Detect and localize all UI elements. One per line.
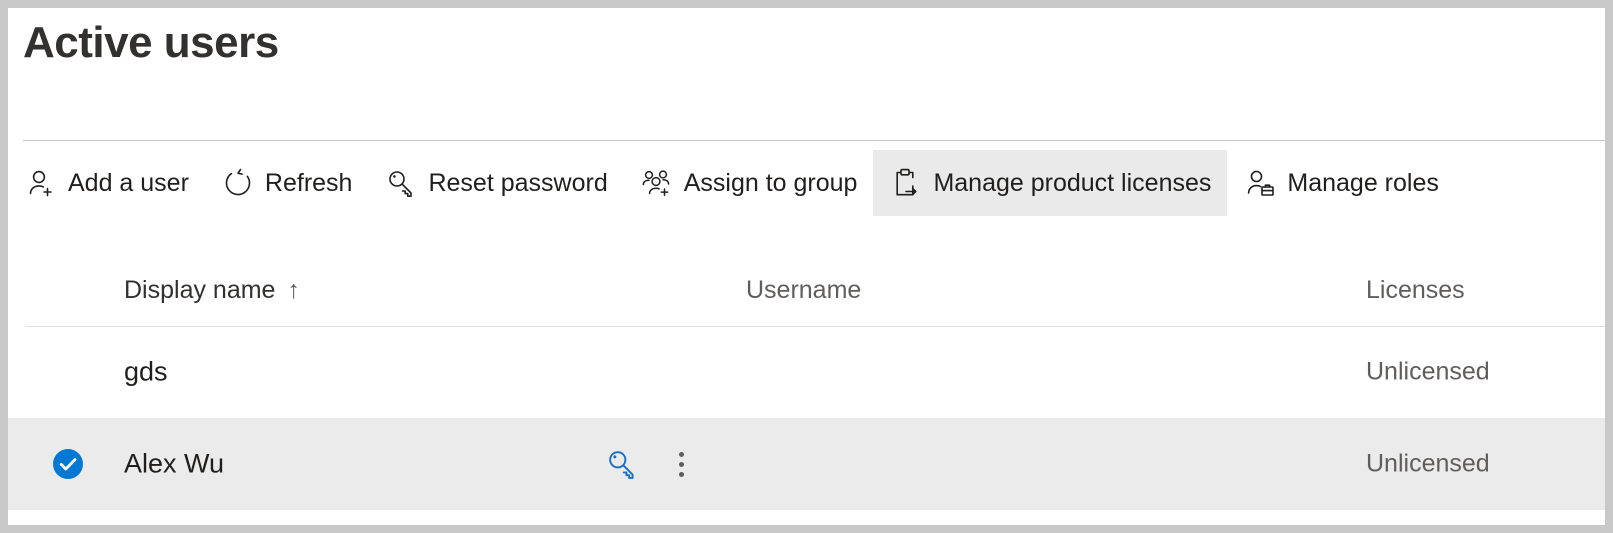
- manage-product-licenses-button[interactable]: Manage product licenses: [873, 150, 1228, 216]
- manage-roles-label: Manage roles: [1287, 168, 1439, 197]
- command-bar: Add a user Refresh Reset password Assign…: [8, 150, 1455, 216]
- table-header-row: Display name ↑ Username Licenses: [8, 256, 1605, 327]
- more-options-icon[interactable]: [668, 446, 694, 482]
- row-licenses: Unlicensed: [1366, 357, 1490, 386]
- row-display-name: Alex Wu: [124, 448, 225, 479]
- assign-to-group-label: Assign to group: [683, 168, 858, 197]
- add-people-icon: [640, 166, 674, 200]
- add-user-icon: [24, 166, 58, 200]
- row-display-name: gds: [124, 356, 168, 387]
- key-icon: [384, 166, 418, 200]
- assign-to-group-button[interactable]: Assign to group: [624, 150, 874, 216]
- row-licenses: Unlicensed: [1366, 449, 1490, 478]
- row-selected-checkbox[interactable]: [51, 447, 85, 481]
- refresh-icon: [221, 166, 255, 200]
- column-header-display-name-label: Display name: [124, 276, 276, 304]
- reset-password-key-icon[interactable]: [604, 446, 640, 482]
- active-users-table: Display name ↑ Username Licenses gds Unl…: [8, 256, 1605, 510]
- refresh-button[interactable]: Refresh: [205, 150, 369, 216]
- refresh-label: Refresh: [264, 168, 353, 197]
- column-header-display-name[interactable]: Display name ↑: [124, 276, 300, 305]
- table-row[interactable]: Alex Wu Unlicensed: [8, 418, 1605, 510]
- column-header-username[interactable]: Username: [746, 276, 861, 305]
- command-bar-divider: [23, 140, 1605, 141]
- table-row[interactable]: gds Unlicensed: [8, 326, 1605, 418]
- sort-ascending-icon: ↑: [287, 276, 300, 304]
- reset-password-button[interactable]: Reset password: [368, 150, 623, 216]
- add-a-user-label: Add a user: [68, 168, 189, 197]
- clipboard-arrow-icon: [889, 166, 923, 200]
- active-users-page: Active users Add a user Refresh Reset pa…: [8, 8, 1605, 525]
- row-inline-actions: [604, 446, 694, 482]
- reset-password-label: Reset password: [428, 168, 608, 197]
- manage-roles-button[interactable]: Manage roles: [1227, 150, 1454, 216]
- add-a-user-button[interactable]: Add a user: [8, 150, 205, 216]
- page-title: Active users: [23, 18, 279, 67]
- screenshot-frame: Active users Add a user Refresh Reset pa…: [0, 0, 1613, 533]
- manage-product-licenses-label: Manage product licenses: [933, 168, 1212, 197]
- column-header-licenses[interactable]: Licenses: [1366, 276, 1465, 305]
- user-briefcase-icon: [1243, 166, 1277, 200]
